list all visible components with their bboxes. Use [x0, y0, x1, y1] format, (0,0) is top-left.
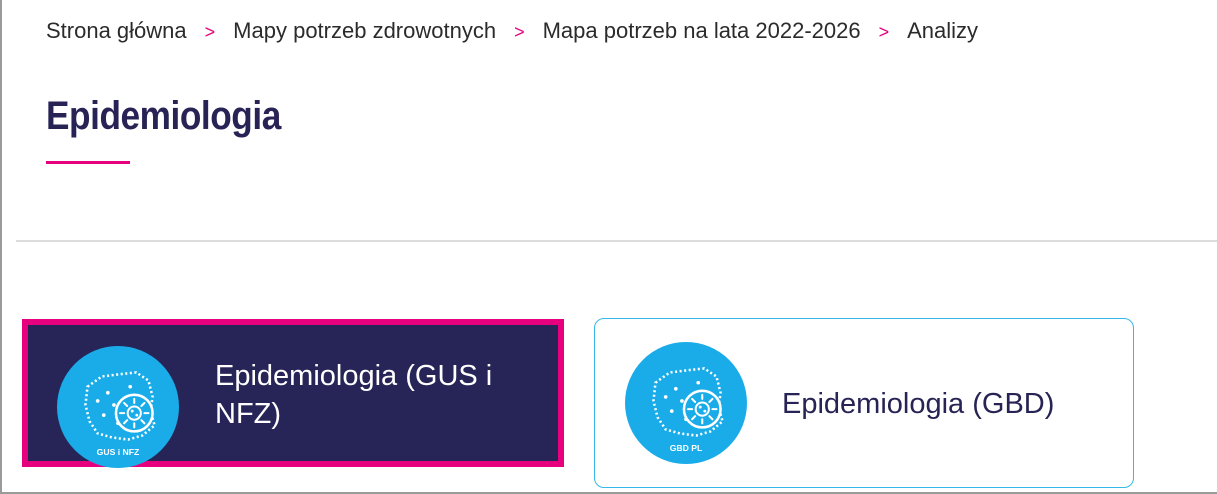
page-frame: Strona główna > Mapy potrzeb zdrowotnych…: [0, 0, 1217, 494]
breadcrumb-separator-icon: >: [204, 21, 216, 42]
breadcrumb-item-analyses[interactable]: Analizy: [907, 18, 978, 44]
breadcrumb-separator-icon: >: [514, 21, 525, 42]
breadcrumb-item-home[interactable]: Strona główna: [46, 18, 187, 44]
poland-map-virus-icon: GUS i NFZ: [57, 346, 179, 468]
icon-badge-text: GUS i NFZ: [97, 447, 140, 457]
section-divider: [16, 240, 1217, 242]
icon-badge-text: GBD PL: [670, 443, 703, 453]
tile-label: Epidemiologia (GUS i NFZ): [215, 360, 493, 430]
page-title: Epidemiologia: [46, 94, 281, 138]
breadcrumb-separator-icon: >: [878, 21, 890, 42]
poland-map-virus-icon: GBD PL: [625, 342, 747, 464]
title-underline: [46, 161, 130, 164]
breadcrumb-item-needs-map-2022-2026[interactable]: Mapa potrzeb na lata 2022-2026: [543, 18, 861, 44]
breadcrumb-item-health-needs-maps[interactable]: Mapy potrzeb zdrowotnych: [233, 18, 496, 44]
tile-label: Epidemiologia (GBD): [782, 388, 1055, 420]
breadcrumb: Strona główna > Mapy potrzeb zdrowotnych…: [46, 18, 978, 44]
tile-epidemiology-gus-nfz[interactable]: GUS i NFZ Epidemiologia (GUS i NFZ): [22, 319, 564, 468]
tile-epidemiology-gbd[interactable]: GBD PL Epidemiologia (GBD): [594, 318, 1134, 488]
